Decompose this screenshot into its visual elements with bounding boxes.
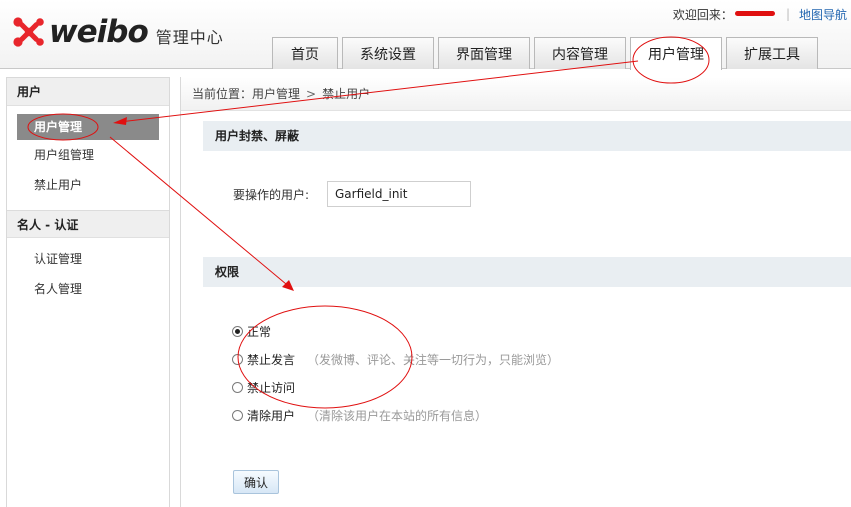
username-redacted[interactable] — [733, 7, 777, 21]
permission-option-label: 禁止发言 — [247, 352, 296, 367]
breadcrumb-item-banned-users: 禁止用户 — [322, 87, 371, 101]
breadcrumb-prefix: 当前位置： — [192, 87, 253, 101]
main-content: 当前位置：用户管理 > 禁止用户 用户封禁、屏蔽 要操作的用户: Garfield_… — [180, 77, 851, 507]
sidebar: 用户 用户管理 用户组管理 禁止用户 名人 - 认证 认证管理 名人管理 — [6, 77, 170, 507]
permission-option-label: 清除用户 — [247, 408, 296, 423]
sidebar-group-title-celebrity: 名人 - 认证 — [7, 210, 169, 238]
radio-normal[interactable] — [232, 325, 243, 337]
tab-ui-management[interactable]: 界面管理 — [438, 37, 530, 69]
breadcrumb-item-user-management[interactable]: 用户管理 — [252, 87, 300, 101]
tab-user-management[interactable]: 用户管理 — [630, 37, 722, 70]
sidebar-item-verification-management[interactable]: 认证管理 — [7, 244, 169, 274]
radio-no-post[interactable] — [232, 353, 243, 365]
permission-option-no-access[interactable]: 禁止访问 — [232, 373, 559, 401]
permission-option-no-post[interactable]: 禁止发言 （发微博、评论、关注等一切行为，只能浏览） — [232, 345, 559, 373]
permission-radio-group: 正常 禁止发言 （发微博、评论、关注等一切行为，只能浏览） 禁止访问 清除用户 … — [232, 317, 559, 429]
sidebar-group-title-users: 用户 — [7, 78, 169, 106]
section-title-ban: 用户封禁、屏蔽 — [203, 121, 851, 151]
breadcrumb: 当前位置：用户管理 > 禁止用户 — [181, 77, 851, 111]
tab-home[interactable]: 首页 — [272, 37, 338, 69]
radio-clear-user[interactable] — [232, 409, 243, 421]
tab-content-management[interactable]: 内容管理 — [534, 37, 626, 69]
weibo-logo-icon — [13, 17, 44, 47]
target-user-input[interactable]: Garfield_init — [327, 181, 471, 207]
tab-extension-tools[interactable]: 扩展工具 — [726, 37, 818, 69]
header: weibo 管理中心 欢迎回来： | 地图导航 首页 系统设置 界面管理 内容管… — [0, 0, 851, 70]
breadcrumb-arrow: > — [306, 87, 317, 101]
target-user-row: 要操作的用户: Garfield_init — [233, 181, 471, 207]
sidebar-item-user-group-management[interactable]: 用户组管理 — [7, 140, 169, 170]
sidebar-item-user-management[interactable]: 用户管理 — [17, 114, 159, 140]
logo-text: weibo — [49, 14, 149, 50]
target-user-label: 要操作的用户: — [233, 187, 310, 202]
sidebar-item-celebrity-management[interactable]: 名人管理 — [7, 274, 169, 304]
permission-option-normal[interactable]: 正常 — [232, 317, 559, 345]
sidebar-item-banned-users[interactable]: 禁止用户 — [7, 170, 169, 200]
logo[interactable]: weibo 管理中心 — [12, 14, 224, 50]
main-nav: 首页 系统设置 界面管理 内容管理 用户管理 扩展工具 — [272, 37, 822, 70]
radio-no-access[interactable] — [232, 381, 243, 393]
permission-option-label: 正常 — [247, 324, 272, 339]
map-nav-link[interactable]: 地图导航 — [799, 6, 847, 23]
permission-option-note: （发微博、评论、关注等一切行为，只能浏览） — [307, 352, 560, 367]
tab-system-settings[interactable]: 系统设置 — [342, 37, 434, 69]
userbar-separator: | — [785, 7, 790, 21]
permission-option-note: （清除该用户在本站的所有信息） — [307, 408, 488, 423]
section-title-permission: 权限 — [203, 257, 851, 287]
logo-subtitle: 管理中心 — [155, 28, 224, 47]
confirm-button[interactable]: 确认 — [233, 470, 279, 494]
welcome-text: 欢迎回来： — [672, 7, 733, 22]
permission-option-clear-user[interactable]: 清除用户 （清除该用户在本站的所有信息） — [232, 401, 559, 429]
user-bar: 欢迎回来： | 地图导航 — [673, 6, 847, 22]
permission-option-label: 禁止访问 — [247, 380, 296, 395]
